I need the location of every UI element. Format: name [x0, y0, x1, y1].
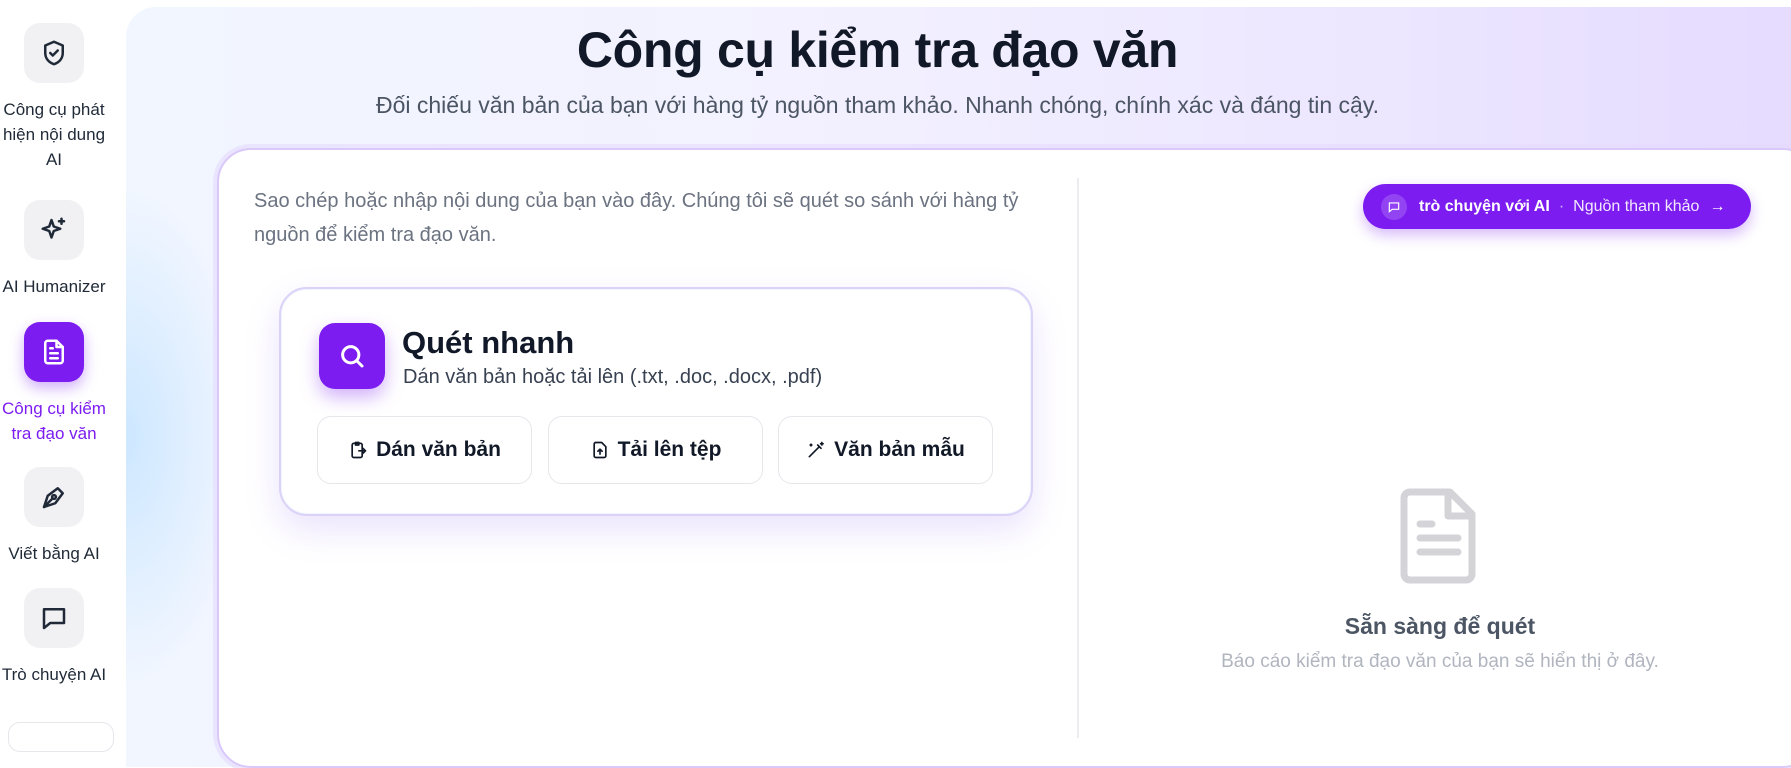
page-subtitle: Đối chiếu văn bản của bạn với hàng tỷ ng…: [375, 92, 1380, 118]
arrow-right-icon: →: [1709, 197, 1726, 215]
magic-wand-icon: [808, 441, 825, 458]
sparkle-icon: [24, 200, 84, 260]
sidebar-item-label: Viết bằng AI: [8, 544, 100, 563]
results-empty-title: Sẵn sàng để quét: [1344, 613, 1536, 639]
sidebar-item-label: Công cụ kiểm tra đạo văn: [2, 399, 106, 443]
chat-pill-separator: ·: [1558, 197, 1565, 215]
upload-file-label: Tải lên tệp: [617, 438, 722, 461]
quick-scan-subtitle: Dán văn bản hoặc tải lên (.txt, .doc, .d…: [403, 366, 823, 388]
chat-bubble-icon: [24, 588, 84, 648]
sidebar-item-ai-chat[interactable]: Trò chuyện AI: [0, 588, 108, 687]
quick-scan-title: Quét nhanh: [402, 325, 575, 360]
paste-text-button[interactable]: Dán văn bản: [317, 416, 532, 484]
upload-file-button[interactable]: Tải lên tệp: [548, 416, 763, 484]
quick-scan-card: Quét nhanh Dán văn bản hoặc tải lên (.tx…: [279, 287, 1033, 516]
chat-pill-label: trò chuyện với AI: [1419, 197, 1550, 215]
sidebar-more-item[interactable]: [8, 722, 114, 752]
page-title: Công cụ kiểm tra đạo văn: [576, 22, 1179, 78]
chat-pill-sources-label: Nguồn tham khảo: [1573, 197, 1700, 215]
chat-bubble-icon: [1381, 193, 1407, 220]
sidebar-item-ai-writer[interactable]: Viết bằng AI: [0, 467, 108, 566]
chat-with-ai-sources-button[interactable]: trò chuyện với AI · Nguồn tham khảo →: [1363, 184, 1751, 229]
sidebar-item-label: AI Humanizer: [2, 277, 106, 296]
panel-divider: [1077, 178, 1079, 738]
paste-text-label: Dán văn bản: [376, 438, 501, 461]
document-icon: [24, 322, 84, 382]
search-icon: [319, 323, 385, 389]
sample-text-label: Văn bản mẫu: [834, 438, 965, 461]
pen-nib-icon: [24, 467, 84, 527]
sidebar-item-label: Trò chuyện AI: [1, 665, 107, 684]
sidebar-item-plagiarism-checker[interactable]: Công cụ kiểm tra đạo văn: [0, 322, 108, 446]
results-empty-subtitle: Báo cáo kiểm tra đạo văn của bạn sẽ hiển…: [1221, 651, 1659, 672]
document-placeholder-icon: [1400, 488, 1476, 584]
sidebar-item-ai-humanizer[interactable]: AI Humanizer: [0, 200, 108, 299]
file-upload-icon: [592, 441, 607, 459]
clipboard-paste-icon: [351, 441, 367, 459]
sample-text-button[interactable]: Văn bản mẫu: [778, 416, 993, 484]
text-input-area[interactable]: Sao chép hoặc nhập nội dung của bạn vào …: [254, 184, 1054, 252]
